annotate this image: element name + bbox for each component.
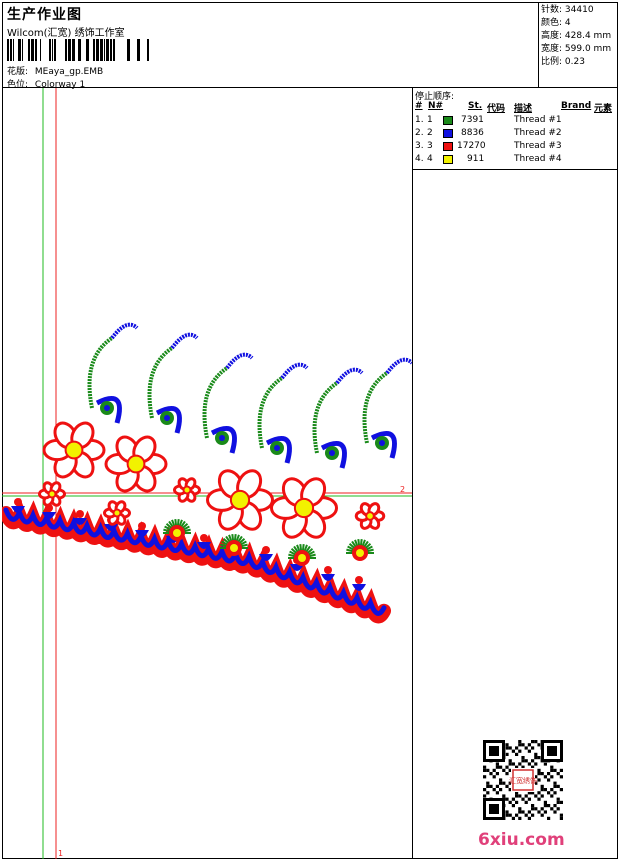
stat-scale: 比例: 0.23 xyxy=(541,57,585,67)
flower-motif xyxy=(269,477,339,539)
leaf-spray xyxy=(87,322,139,424)
embroidery-design xyxy=(2,322,412,624)
leaf-spray xyxy=(147,332,199,434)
worksheet-title: 生产作业图 xyxy=(7,7,82,23)
flower-motif xyxy=(103,500,131,526)
thread-color-swatch xyxy=(443,142,453,151)
thread-color-swatch xyxy=(443,155,453,164)
flower-motif xyxy=(206,469,275,531)
site-watermark: 6xiu.com xyxy=(478,830,565,850)
thread-row: 1. 1 7391 Thread #1 xyxy=(415,115,562,125)
design-file: 花版: MEaya_gp.EMB xyxy=(7,64,103,77)
company-name: Wilcom(汇宽) 绣饰工作室 xyxy=(7,28,125,39)
flower-motif xyxy=(354,502,386,530)
worksheet-header: 生产作业图 Wilcom(汇宽) 绣饰工作室 花版: MEaya_gp.EMB … xyxy=(2,2,539,90)
qr-code: 汇宽绣饰 xyxy=(480,737,566,823)
thread-row: 2. 2 8836 Thread #2 xyxy=(415,128,562,138)
col-desc: 描述 xyxy=(514,104,533,114)
col-brand: Brand xyxy=(561,101,592,111)
col-st: St. xyxy=(468,101,483,111)
flower-motif xyxy=(104,435,168,493)
leaf-spray xyxy=(257,362,309,464)
design-stats: 针数: 34410 颜色: 4 高度: 428.4 mm 宽度: 599.0 m… xyxy=(539,2,618,88)
qr-seal-text: 汇宽绣饰 xyxy=(509,776,537,785)
col-hash: # xyxy=(415,101,423,111)
thread-row: 4. 4 911 Thread #4 xyxy=(415,154,562,164)
design-label: 花版: xyxy=(7,67,29,77)
design-value: MEaya_gp.EMB xyxy=(34,67,104,77)
stat-stitches: 针数: 34410 xyxy=(541,5,594,15)
flower-motif xyxy=(42,421,106,479)
marker-right: 2 xyxy=(400,485,405,494)
stat-colors: 颜色: 4 xyxy=(541,18,571,28)
thread-color-swatch xyxy=(443,129,453,138)
leaf-spray xyxy=(202,352,254,454)
thread-row: 3. 3 17270 Thread #3 xyxy=(415,141,562,151)
leaf-spray xyxy=(312,367,364,469)
flower-motif xyxy=(173,477,201,503)
thread-sequence-panel: 停止顺序: # N# St. 代码 描述 Brand 元素 1. 1 7391 … xyxy=(412,88,618,170)
col-elem: 元素 xyxy=(594,104,613,114)
marker-bottom: 1 xyxy=(58,849,63,858)
stat-width: 宽度: 599.0 mm xyxy=(541,44,612,54)
embroidery-preview-canvas: 2 1 xyxy=(2,88,412,859)
flower-motif xyxy=(38,481,66,507)
col-code: 代码 xyxy=(487,104,506,114)
sunburst-motif xyxy=(346,538,374,561)
thread-color-swatch xyxy=(443,116,453,125)
stat-height: 高度: 428.4 mm xyxy=(541,31,612,41)
leaf-spray xyxy=(362,357,412,459)
col-n: N# xyxy=(428,101,444,111)
barcode xyxy=(7,39,149,61)
